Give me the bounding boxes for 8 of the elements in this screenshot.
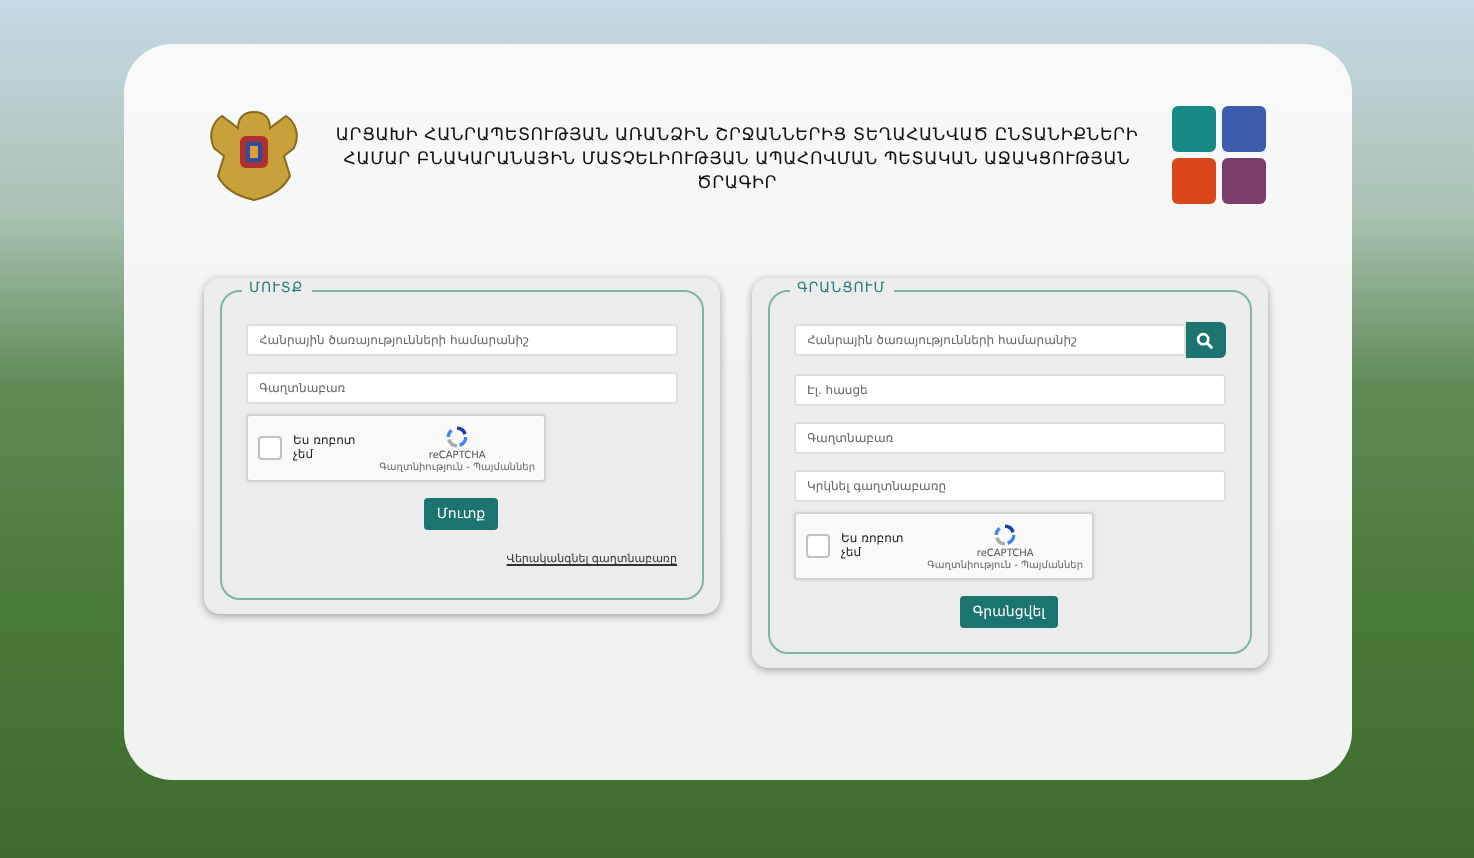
recaptcha-logo-icon xyxy=(992,521,1019,547)
search-icon xyxy=(1196,331,1214,349)
captcha-checkbox[interactable] xyxy=(257,436,281,460)
captcha-checkbox[interactable] xyxy=(805,534,829,558)
recaptcha-logo-icon xyxy=(444,423,471,449)
program-title: ԱՐՑԱԽԻ ՀԱՆՐԱՊԵՏՈՒԹՅԱՆ ԱՌԱՆՁԻՆ ՇՐՋԱՆՆԵՐԻՑ ՏԵՂԱՀԱՆՎԱԾ ԸՆՏԱՆԻՔՆԵՐԻ ՀԱՄԱՐ ԲՆԱԿԱՐԱՆԱՅԻՆ ՄԱՏՉԵԼԻՈՒԹՅԱՆ ԱՊԱՀՈՎՄԱՆ ՊԵՏԱԿԱՆ ԱՋԱԿՑՈՒԹՅԱՆ ԾՐԱԳԻՐ xyxy=(333,124,1141,196)
search-button[interactable] xyxy=(1185,322,1225,358)
program-logo-icon xyxy=(1171,106,1267,206)
